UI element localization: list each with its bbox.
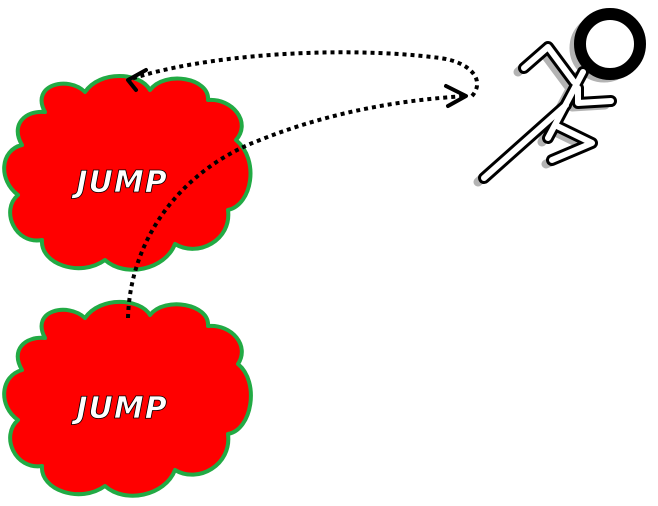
cloud-bottom: JUMP	[2, 299, 253, 498]
running-person-icon	[473, 8, 646, 187]
jump-diagram-canvas: JUMP JUMP	[2, 8, 646, 498]
cloud-bottom-label: JUMP	[71, 391, 167, 426]
arrow-bottom-cloud-to-runner-head	[444, 84, 468, 108]
cloud-top: JUMP	[2, 74, 253, 272]
cloud-top-label: JUMP	[71, 165, 167, 200]
